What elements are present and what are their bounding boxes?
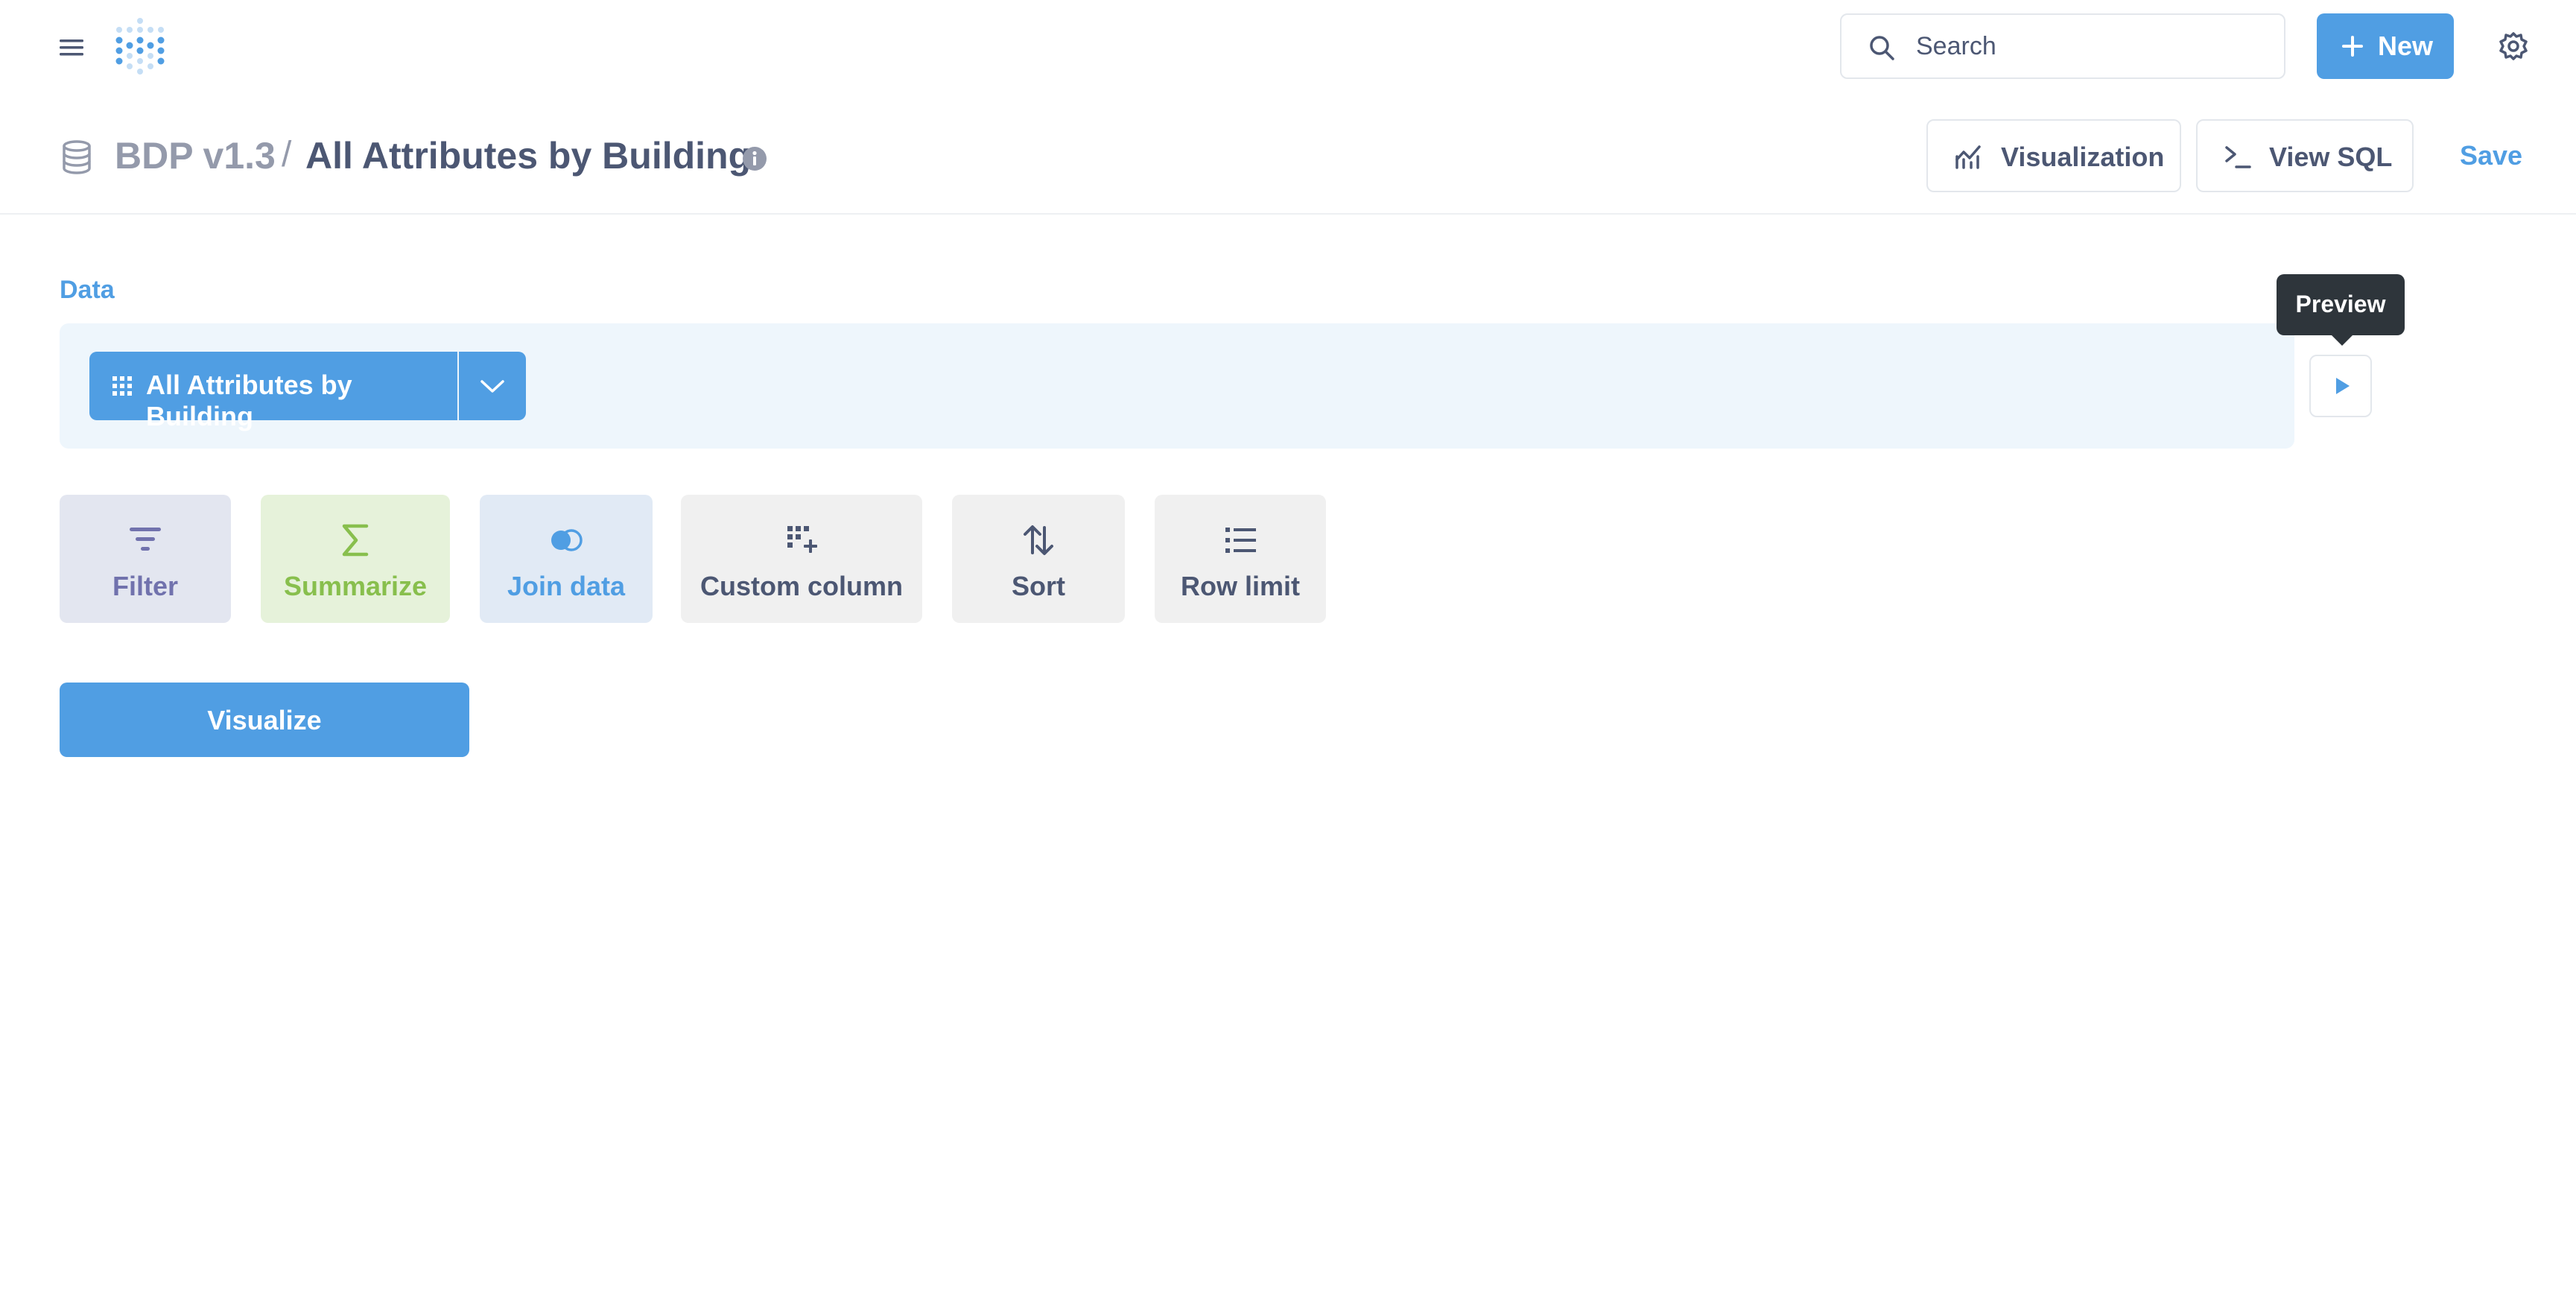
save-button[interactable]: Save [2460,140,2522,171]
table-picker-label: All Attributes by Building [146,370,352,431]
sort-label: Sort [1012,571,1065,601]
preview-tooltip: Preview [2277,274,2405,346]
gear-icon[interactable] [2499,31,2528,61]
visualize-button[interactable]: Visualize [60,683,469,757]
custom-column-label: Custom column [699,571,903,601]
visualize-button-label: Visualize [207,705,322,735]
sigma-icon [337,523,374,557]
preview-tooltip-label: Preview [2295,291,2386,317]
search-icon [1868,34,1895,61]
line-chart-icon [1955,143,1982,170]
table-picker-dropdown[interactable] [459,352,526,420]
page-title[interactable]: All Attributes by Building [305,134,751,177]
header-divider [0,213,2576,215]
breadcrumb-database[interactable]: BDP v1.3 [115,134,276,177]
view-sql-button-label: View SQL [2269,142,2393,172]
search-input[interactable]: Search [1840,13,2285,79]
summarize-label: Summarize [283,571,428,601]
terminal-icon [2224,145,2251,170]
hamburger-menu-icon[interactable] [58,34,85,61]
new-button[interactable]: New [2317,13,2454,79]
filter-label: Filter [112,571,178,601]
custom-column-icon [783,523,820,557]
visualization-button[interactable]: Visualization [1926,119,2181,192]
join-data-label: Join data [507,571,626,601]
filter-button[interactable]: Filter [60,495,231,623]
join-icon [548,523,585,557]
grid-icon [112,376,133,396]
sort-button[interactable]: Sort [952,495,1125,623]
row-limit-label: Row limit [1181,571,1300,601]
metabase-logo-icon[interactable] [113,18,167,77]
filter-icon [127,523,164,557]
custom-column-button[interactable]: Custom column [681,495,922,623]
view-sql-button[interactable]: View SQL [2196,119,2414,192]
preview-button[interactable] [2309,355,2372,417]
list-icon [1222,523,1259,557]
table-picker-button[interactable]: All Attributes by Building [89,352,457,431]
info-icon[interactable] [742,146,767,171]
search-placeholder: Search [1916,32,1996,60]
tooltip-arrow [2332,335,2353,346]
chevron-down-icon [480,376,505,396]
plus-icon [2341,34,2364,58]
join-data-button[interactable]: Join data [480,495,653,623]
breadcrumb-separator: / [282,135,292,174]
new-button-label: New [2378,31,2434,61]
row-limit-button[interactable]: Row limit [1155,495,1326,623]
summarize-button[interactable]: Summarize [261,495,450,623]
visualization-button-label: Visualization [2001,142,2165,172]
database-icon [61,140,92,174]
data-section-label: Data [60,276,115,304]
play-icon [2332,376,2353,396]
sort-icon [1020,523,1057,557]
